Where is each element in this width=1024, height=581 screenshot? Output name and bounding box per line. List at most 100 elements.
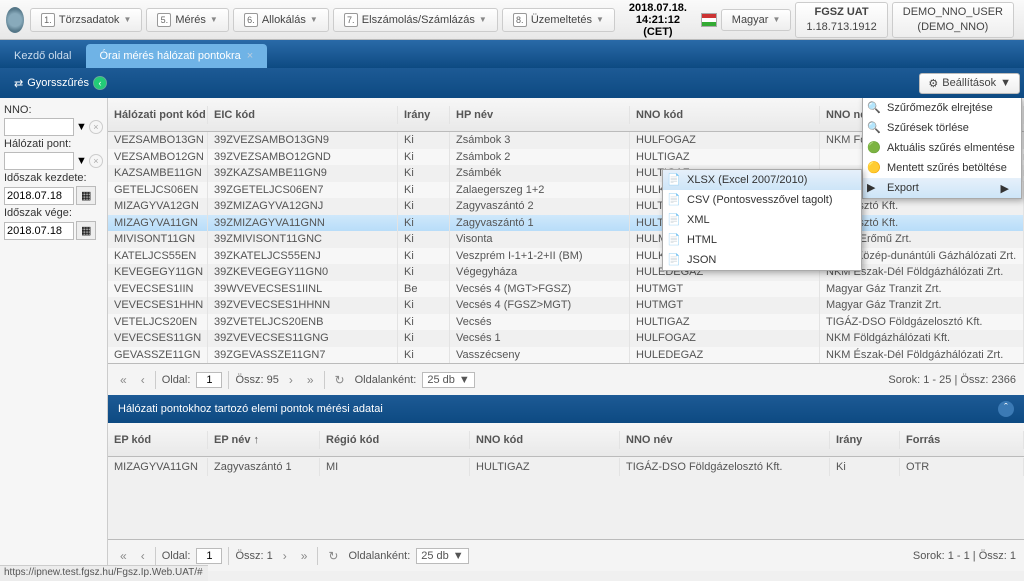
menu-Elszámolás/Számlázás[interactable]: 7.Elszámolás/Számlázás▼: [333, 8, 498, 32]
clear-icon[interactable]: ×: [89, 120, 103, 134]
calendar-icon[interactable]: ▦: [76, 186, 96, 205]
col-header[interactable]: NNO név: [620, 431, 830, 449]
clear-icon[interactable]: ×: [89, 154, 103, 168]
tab-Órai mérés hálózati pontokra[interactable]: Órai mérés hálózati pontokra×: [86, 44, 268, 68]
menu-icon: 🟡: [867, 161, 881, 175]
col-header[interactable]: HP név: [450, 106, 630, 124]
first-page-button[interactable]: «: [116, 373, 131, 387]
menu-item[interactable]: 🔍Szűrőmezők elrejtése: [863, 98, 1021, 118]
collapse-up-icon[interactable]: ˆ: [998, 401, 1014, 417]
perpage-select[interactable]: 25 db▼: [416, 548, 468, 564]
prev-page-button[interactable]: ‹: [137, 549, 149, 563]
menu-Mérés[interactable]: 5.Mérés▼: [146, 8, 228, 32]
menu-item[interactable]: ▶Export▶: [863, 178, 1021, 198]
menu-Törzsadatok[interactable]: 1.Törzsadatok▼: [30, 8, 142, 32]
cell: TIGÁZ-DSO Földgázelosztó Kft.: [620, 458, 830, 476]
perpage-select[interactable]: 25 db▼: [422, 372, 474, 388]
menu-item[interactable]: 📄JSON: [663, 250, 861, 270]
menu-item[interactable]: 📄HTML: [663, 230, 861, 250]
page-input[interactable]: [196, 372, 222, 388]
table-row[interactable]: MIVISONT11GN39ZMIVISONT11GNCKiVisontaHUL…: [108, 231, 1024, 248]
quickfilter-toggle[interactable]: ⇄ Gyorsszűrés ‹: [6, 72, 115, 94]
export-submenu[interactable]: 📄XLSX (Excel 2007/2010)📄CSV (Pontosvessz…: [662, 169, 862, 271]
env-info[interactable]: FGSZ UAT1.18.713.1912: [795, 2, 887, 38]
table-row[interactable]: VEVECSES1HHN39ZVEVECSES1HHNNKiVecsés 4 (…: [108, 297, 1024, 314]
cell: HUTMGT: [630, 280, 820, 298]
next-page-button[interactable]: ›: [285, 373, 297, 387]
menu-item[interactable]: 📄CSV (Pontosvesszővel tagolt): [663, 190, 861, 210]
menu-item[interactable]: 📄XML: [663, 210, 861, 230]
page-label: Oldal:: [162, 550, 191, 562]
refresh-button[interactable]: ↻: [324, 549, 342, 563]
chevron-left-icon[interactable]: ‹: [93, 76, 107, 90]
halozati-label: Hálózati pont:: [4, 138, 103, 150]
start-date-input[interactable]: [4, 187, 74, 205]
language-selector[interactable]: Magyar▼: [721, 9, 792, 31]
col-header[interactable]: EP kód: [108, 431, 208, 449]
perpage-label: Oldalanként:: [348, 550, 410, 562]
cell: Veszprém I-1+1-2+II (BM): [450, 247, 630, 265]
table-row[interactable]: KATELJCS55EN39ZKATELJCS55ENJKiVeszprém I…: [108, 248, 1024, 265]
cell: Ki: [398, 296, 450, 314]
close-icon[interactable]: ×: [247, 50, 253, 62]
cell: Ki: [398, 197, 450, 215]
table-row[interactable]: VETELJCS20EN39ZVETELJCS20ENBKiVecsésHULT…: [108, 314, 1024, 331]
tab-Kezdő oldal[interactable]: Kezdő oldal: [0, 44, 86, 68]
cell: Ki: [398, 181, 450, 199]
halozati-input[interactable]: [4, 152, 74, 170]
end-date-input[interactable]: [4, 222, 74, 240]
page-input[interactable]: [196, 548, 222, 564]
total-pages: Össz: 1: [235, 550, 272, 562]
table-row[interactable]: GEVASSZE11GN39ZGEVASSZE11GN7KiVasszécsen…: [108, 347, 1024, 364]
total-pages: Össz: 95: [235, 374, 278, 386]
cell: MIZAGYVA12GN: [108, 197, 208, 215]
table-row[interactable]: MIZAGYVA12GN39ZMIZAGYVA12GNJKiZagyvaszán…: [108, 198, 1024, 215]
table-row[interactable]: KEVEGEGY11GN39ZKEVEGEGY11GN0KiVégegyháza…: [108, 264, 1024, 281]
cell: Ki: [398, 329, 450, 347]
col-header[interactable]: Hálózati pont kód: [108, 106, 208, 124]
detail-row[interactable]: MIZAGYVA11GNZagyvaszántó 1MIHULTIGAZTIGÁ…: [108, 457, 1024, 477]
detail-pager: « ‹ Oldal: Össz: 1 › » ↻ Oldalanként: 25…: [108, 539, 1024, 571]
settings-button[interactable]: ⚙ Beállítások▼: [919, 73, 1020, 94]
col-header[interactable]: EP név ↑: [208, 431, 320, 449]
col-header[interactable]: Irány: [830, 431, 900, 449]
cell: Magyar Gáz Tranzit Zrt.: [820, 280, 1024, 298]
menu-Allokálás[interactable]: 6.Allokálás▼: [233, 8, 329, 32]
last-page-button[interactable]: »: [297, 549, 312, 563]
menu-icon: 🔍: [867, 101, 881, 115]
menu-item[interactable]: 🟢Aktuális szűrés elmentése: [863, 138, 1021, 158]
cell: 39WVEVECSES1IINL: [208, 280, 398, 298]
cell: Zalaegerszeg 1+2: [450, 181, 630, 199]
table-row[interactable]: VEVECSES1IIN39WVEVECSES1IINLBeVecsés 4 (…: [108, 281, 1024, 298]
table-row[interactable]: MIZAGYVA11GN39ZMIZAGYVA11GNNKiZagyvaszán…: [108, 215, 1024, 232]
settings-menu[interactable]: 🔍Szűrőmezők elrejtése🔍Szűrések törlése🟢A…: [862, 98, 1022, 199]
col-header[interactable]: NNO kód: [630, 106, 820, 124]
col-header[interactable]: EIC kód: [208, 106, 398, 124]
cell: Ki: [398, 214, 450, 232]
col-header[interactable]: Irány: [398, 106, 450, 124]
menu-item[interactable]: 📄XLSX (Excel 2007/2010): [663, 170, 861, 190]
nno-input[interactable]: [4, 118, 74, 136]
last-page-button[interactable]: »: [303, 373, 318, 387]
arrows-icon: ⇄: [14, 77, 23, 90]
menu-item[interactable]: 🔍Szűrések törlése: [863, 118, 1021, 138]
calendar-icon[interactable]: ▦: [76, 221, 96, 240]
cell: VETELJCS20EN: [108, 313, 208, 331]
cell: VEVECSES11GN: [108, 329, 208, 347]
menu-item[interactable]: 🟡Mentett szűrés betöltése: [863, 158, 1021, 178]
start-label: Időszak kezdete:: [4, 172, 103, 184]
cell: Zagyvaszántó 1: [208, 458, 320, 476]
refresh-button[interactable]: ↻: [331, 373, 349, 387]
next-page-button[interactable]: ›: [279, 549, 291, 563]
prev-page-button[interactable]: ‹: [137, 373, 149, 387]
cell: NKM Földgázhálózati Kft.: [820, 329, 1024, 347]
table-row[interactable]: VEVECSES11GN39ZVEVECSES11GNGKiVecsés 1HU…: [108, 330, 1024, 347]
col-header[interactable]: Forrás: [900, 431, 1024, 449]
perpage-label: Oldalanként:: [355, 374, 417, 386]
menu-Üzemeltetés[interactable]: 8.Üzemeltetés▼: [502, 8, 615, 32]
first-page-button[interactable]: «: [116, 549, 131, 563]
user-info[interactable]: DEMO_NNO_USER(DEMO_NNO): [892, 2, 1014, 38]
col-header[interactable]: NNO kód: [470, 431, 620, 449]
flag-hu-icon: [701, 13, 717, 27]
col-header[interactable]: Régió kód: [320, 431, 470, 449]
